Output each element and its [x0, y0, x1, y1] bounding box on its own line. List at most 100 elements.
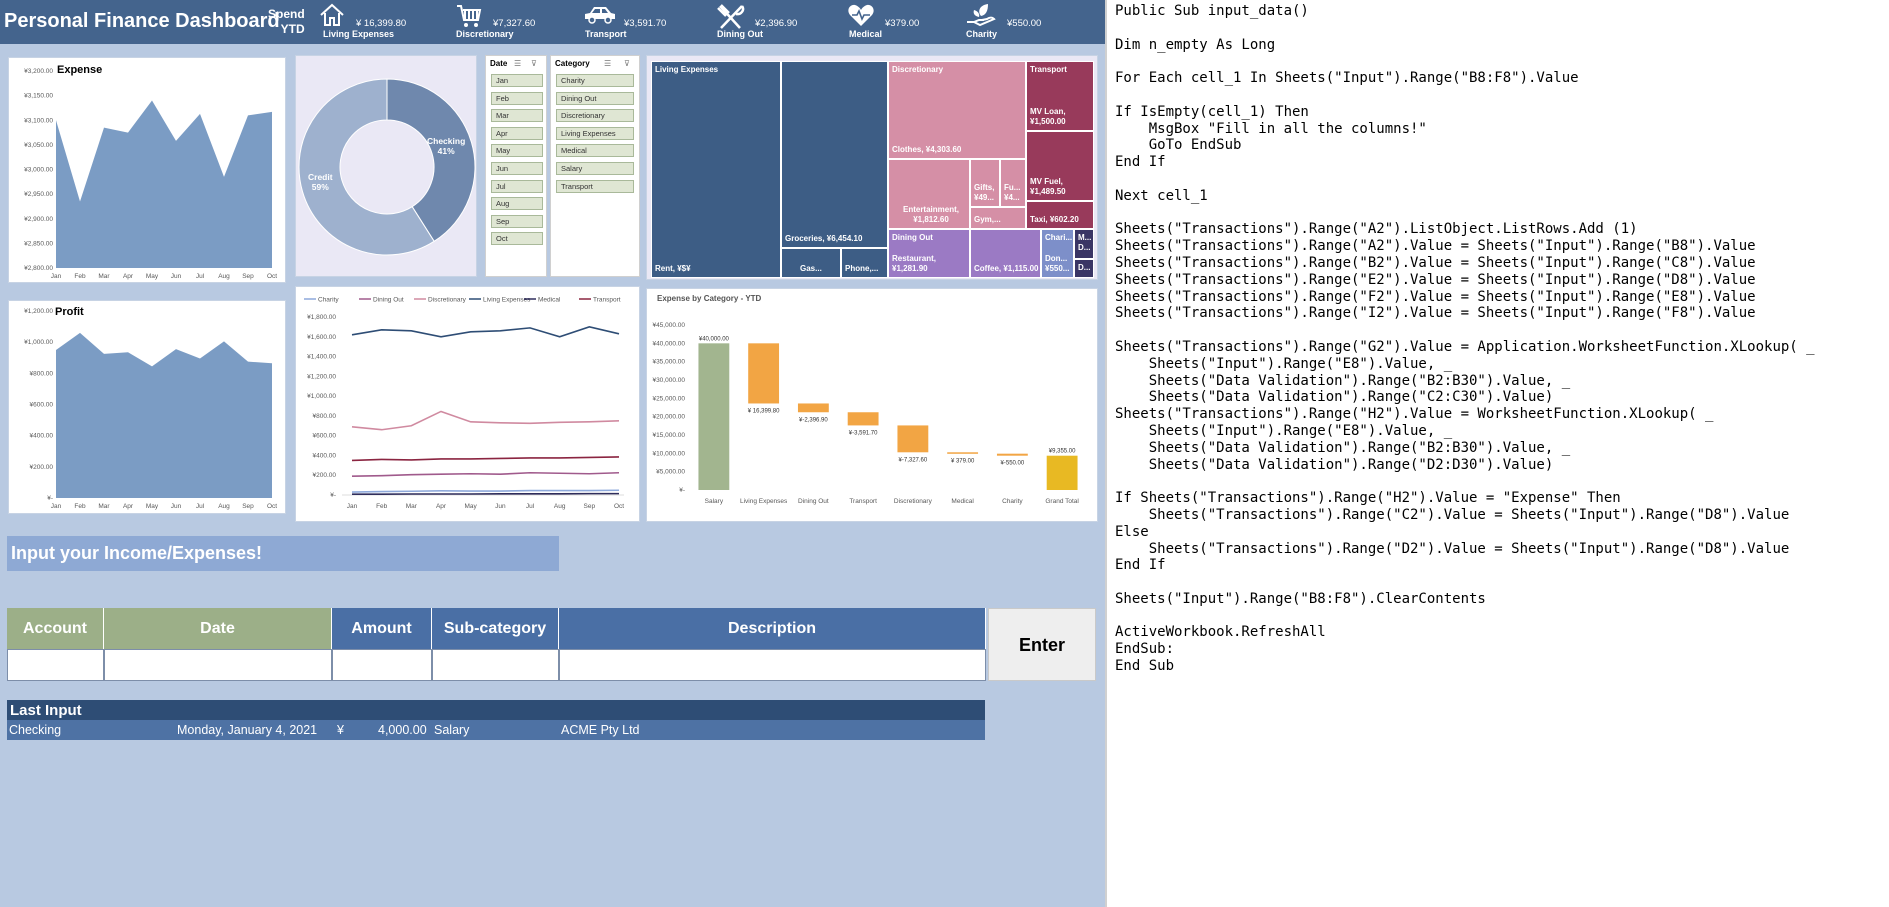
home-icon	[320, 3, 344, 26]
code-line[interactable]: Dim n_empty As Long	[1115, 37, 1889, 54]
vba-code-editor[interactable]: Public Sub input_data() Dim n_empty As Lo…	[1105, 0, 1889, 907]
y-tick-label: ¥25,000.00	[652, 395, 685, 402]
code-line[interactable]: Sheets("Data Validation").Range("D2:D30"…	[1115, 457, 1889, 474]
code-line[interactable]	[1115, 574, 1889, 591]
code-line[interactable]: Sheets("Input").Range("B8:F8").ClearCont…	[1115, 591, 1889, 608]
y-tick-label: ¥1,200.00	[24, 308, 53, 315]
code-line[interactable]	[1115, 205, 1889, 222]
x-tick-label: May	[146, 503, 159, 510]
clear-filter-icon[interactable]: ⊽	[531, 59, 537, 68]
slicer-item-jun[interactable]: Jun	[491, 162, 543, 175]
y-tick-label: ¥-	[679, 487, 685, 494]
code-line[interactable]	[1115, 322, 1889, 339]
clear-filter-icon[interactable]: ⊽	[624, 59, 630, 68]
x-tick-label: Feb	[74, 503, 86, 510]
description-input[interactable]	[559, 649, 986, 681]
code-line[interactable]	[1115, 171, 1889, 188]
code-line[interactable]: If IsEmpty(cell_1) Then	[1115, 104, 1889, 121]
x-tick-label: Aug	[554, 503, 566, 510]
treemap-gym: Gym,...	[970, 207, 1026, 229]
slicer-item-aug[interactable]: Aug	[491, 197, 543, 211]
code-line[interactable]	[1115, 53, 1889, 70]
slicer-item-transport[interactable]: Transport	[556, 179, 634, 193]
kpi-charity: ¥550.00 Charity	[966, 3, 1066, 41]
code-line[interactable]: End Sub	[1115, 658, 1889, 675]
code-line[interactable]	[1115, 608, 1889, 625]
y-tick-label: ¥-	[330, 492, 336, 499]
y-tick-label: ¥2,950.00	[24, 191, 53, 198]
account-input[interactable]	[7, 649, 104, 681]
last-amount: 4,000.00	[378, 723, 427, 737]
code-line[interactable]: Sheets("Transactions").Range("A2").ListO…	[1115, 221, 1889, 238]
code-line[interactable]: For Each cell_1 In Sheets("Input").Range…	[1115, 70, 1889, 87]
slicer-item-medical[interactable]: Medical	[556, 144, 634, 158]
code-line[interactable]: End If	[1115, 154, 1889, 171]
code-line[interactable]: Sheets("Transactions").Range("I2").Value…	[1115, 305, 1889, 322]
code-line[interactable]: Sheets("Input").Range("E8").Value, _	[1115, 423, 1889, 440]
y-tick-label: ¥3,000.00	[24, 167, 53, 174]
x-tick-label: Jul	[196, 273, 205, 280]
treemap-mv-fuel: MV Fuel, ¥1,489.50	[1026, 131, 1094, 201]
data-label: ¥-550.00	[1001, 461, 1025, 467]
code-line[interactable]: End If	[1115, 557, 1889, 574]
code-line[interactable]: Sheets("Data Validation").Range("C2:C30"…	[1115, 389, 1889, 406]
kpi-amount: ¥2,396.90	[755, 18, 798, 29]
x-tick-label: Mar	[98, 503, 110, 510]
code-line[interactable]	[1115, 87, 1889, 104]
code-line[interactable]: Sheets("Data Validation").Range("B2:B30"…	[1115, 440, 1889, 457]
code-line[interactable]: Sheets("Transactions").Range("A2").Value…	[1115, 238, 1889, 255]
multi-select-icon[interactable]: ☰	[514, 59, 521, 68]
code-line[interactable]: MsgBox "Fill in all the columns!"	[1115, 121, 1889, 138]
subcategory-header: Sub-category	[432, 608, 559, 649]
slicer-item-living-expenses[interactable]: Living Expenses	[556, 126, 634, 140]
code-line[interactable]	[1115, 473, 1889, 490]
heart-pulse-icon	[848, 4, 874, 26]
code-line[interactable]: GoTo EndSub	[1115, 137, 1889, 154]
code-line[interactable]: If Sheets("Transactions").Range("H2").Va…	[1115, 490, 1889, 507]
slicer-item-dining-out[interactable]: Dining Out	[556, 91, 634, 105]
slicer-item-jan[interactable]: Jan	[491, 74, 543, 87]
code-line[interactable]: Sheets("Transactions").Range("D2").Value…	[1115, 541, 1889, 558]
slicer-item-feb[interactable]: Feb	[491, 91, 543, 105]
series-line	[351, 456, 620, 462]
slicer-item-oct[interactable]: Oct	[491, 232, 543, 246]
amount-input[interactable]	[332, 649, 432, 681]
slicer-item-apr[interactable]: Apr	[491, 126, 543, 140]
treemap-fu: Fu... ¥4...	[1000, 159, 1026, 207]
treemap-medical: M... D...	[1074, 229, 1094, 259]
slicer-item-sep[interactable]: Sep	[491, 214, 543, 228]
code-line[interactable]: EndSub:	[1115, 641, 1889, 658]
legend-label: Medical	[538, 297, 561, 304]
y-tick-label: ¥1,600.00	[307, 334, 336, 341]
code-line[interactable]: Sheets("Transactions").Range("H2").Value…	[1115, 406, 1889, 423]
y-tick-label: ¥1,000.00	[24, 339, 53, 346]
code-line[interactable]: Sheets("Transactions").Range("C2").Value…	[1115, 507, 1889, 524]
multi-select-icon[interactable]: ☰	[604, 59, 611, 68]
slicer-item-charity[interactable]: Charity	[556, 74, 634, 87]
code-line[interactable]: Sheets("Transactions").Range("B2").Value…	[1115, 255, 1889, 272]
code-line[interactable]: Sheets("Transactions").Range("F2").Value…	[1115, 289, 1889, 306]
enter-button[interactable]: Enter	[988, 608, 1096, 681]
code-line[interactable]: ActiveWorkbook.RefreshAll	[1115, 624, 1889, 641]
code-line[interactable]: Else	[1115, 524, 1889, 541]
code-line[interactable]: Sheets("Transactions").Range("G2").Value…	[1115, 339, 1889, 356]
code-line[interactable]: Sheets("Data Validation").Range("B2:B30"…	[1115, 373, 1889, 390]
slicer-item-may[interactable]: May	[491, 144, 543, 158]
subcategory-input[interactable]	[432, 649, 559, 681]
slicer-item-discretionary[interactable]: Discretionary	[556, 109, 634, 123]
y-tick-label: ¥400.00	[30, 433, 54, 440]
x-tick-label: Aug	[218, 273, 230, 280]
date-input[interactable]	[104, 649, 332, 681]
slicer-item-salary[interactable]: Salary	[556, 162, 634, 175]
slicer-item-mar[interactable]: Mar	[491, 109, 543, 123]
x-tick-label: Grand Total	[1045, 498, 1079, 505]
code-line[interactable]: Next cell_1	[1115, 188, 1889, 205]
kpi-label: Charity	[966, 29, 998, 39]
code-line[interactable]: Sheets("Input").Range("E8").Value, _	[1115, 356, 1889, 373]
code-line[interactable]: Sheets("Transactions").Range("E2").Value…	[1115, 272, 1889, 289]
slicer-item-jul[interactable]: Jul	[491, 179, 543, 193]
code-line[interactable]: Public Sub input_data()	[1115, 3, 1889, 20]
expense-chart: Expense ¥3,200.00 ¥3,150.00 ¥3,100.00 ¥3,05…	[8, 57, 286, 283]
code-line[interactable]	[1115, 20, 1889, 37]
donut-credit-label: Credit 59%	[308, 172, 333, 192]
